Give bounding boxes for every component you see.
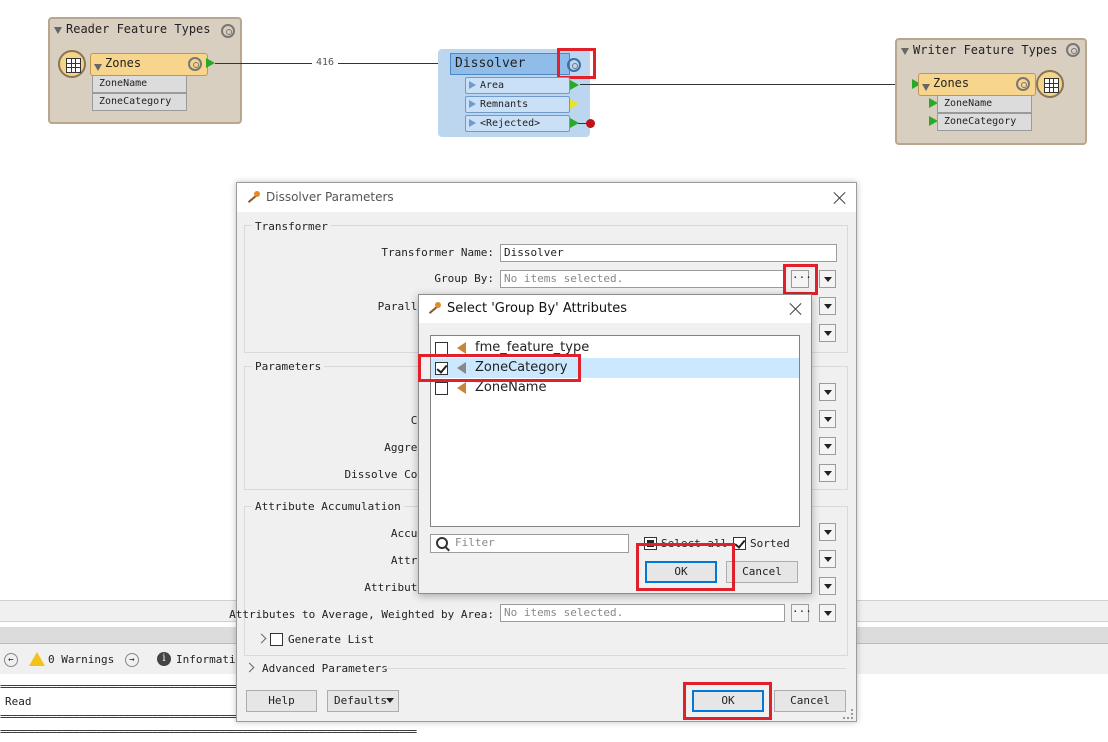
information-label[interactable]: Informatio xyxy=(176,653,242,666)
advanced-divider xyxy=(382,668,846,669)
defaults-button[interactable]: Defaults xyxy=(327,690,399,712)
reader-bookmark-title: Reader Feature Types xyxy=(66,22,211,36)
dissolver-title: Dissolver xyxy=(455,56,526,71)
info-icon: i xyxy=(157,652,171,666)
filter-input[interactable]: Filter xyxy=(430,534,629,553)
sub-dialog-titlebar[interactable]: Select 'Group By' Attributes xyxy=(419,295,811,323)
dissolver-transformer[interactable]: Dissolver xyxy=(450,53,570,75)
dialog-title: Dissolver Parameters xyxy=(266,190,394,204)
help-button[interactable]: Help xyxy=(246,690,317,712)
sub-cancel-button[interactable]: Cancel xyxy=(726,561,798,583)
close-icon[interactable] xyxy=(789,302,803,316)
dissolver-port-rejected[interactable]: <Rejected> xyxy=(465,115,570,132)
attribute-accumulation-section-title: Attribute Accumulation xyxy=(252,500,404,513)
collapse-icon[interactable] xyxy=(901,48,909,55)
writer-feature-type[interactable]: Zones xyxy=(918,73,1036,96)
parameters-section-title: Parameters xyxy=(252,360,325,373)
parameter-dropdown-button[interactable] xyxy=(819,383,836,401)
writer-feature-type-name: Zones xyxy=(933,76,970,90)
warning-icon xyxy=(29,652,45,666)
highlight-zonecategory xyxy=(418,354,581,382)
resize-grip-icon[interactable] xyxy=(843,709,853,719)
collapse-icon[interactable] xyxy=(922,84,930,91)
highlight-gear xyxy=(557,48,596,79)
accumulation-dropdown-button[interactable] xyxy=(819,523,836,541)
collapse-icon[interactable] xyxy=(94,64,102,71)
back-icon[interactable]: ← xyxy=(4,653,18,667)
parallel-dropdown-button[interactable] xyxy=(819,297,836,315)
area-output-port[interactable] xyxy=(570,80,579,90)
average-weighted-ellipsis-button[interactable]: ··· xyxy=(791,604,812,622)
aggregate-dropdown-button[interactable] xyxy=(819,437,836,455)
transformer-wand-icon xyxy=(246,191,260,205)
workspace-canvas[interactable]: Reader Feature Types Zones ZoneName Zone… xyxy=(0,0,1108,175)
highlight-ok-button xyxy=(683,682,772,720)
reader-output-port[interactable] xyxy=(206,58,215,68)
transformer-section-title: Transformer xyxy=(252,220,331,233)
average-weighted-input[interactable]: No items selected. xyxy=(500,604,785,622)
attribute-dropdown-button[interactable] xyxy=(819,577,836,595)
collapse-icon[interactable] xyxy=(54,27,62,34)
connection-feature-count: 416 xyxy=(312,57,339,68)
advanced-parameters-label[interactable]: Advanced Parameters xyxy=(262,662,388,675)
reader-feature-type[interactable]: Zones xyxy=(90,53,208,76)
group-by-label: Group By: xyxy=(434,272,494,285)
gear-icon[interactable] xyxy=(1066,43,1080,57)
average-weighted-label: Attributes to Average, Weighted by Area: xyxy=(229,608,494,621)
gear-icon[interactable] xyxy=(1016,77,1030,91)
group-by-input[interactable]: No items selected. xyxy=(500,270,785,288)
dissolver-port-area[interactable]: Area xyxy=(465,77,570,94)
close-icon[interactable] xyxy=(833,191,847,205)
co-dropdown-button[interactable] xyxy=(819,410,836,428)
writer-attribute-zonename: ZoneName xyxy=(937,95,1032,113)
transformer-name-label: Transformer Name: xyxy=(381,246,494,259)
sorted-label: Sorted xyxy=(750,537,790,550)
cancel-button[interactable]: Cancel xyxy=(774,690,846,712)
attributes-dropdown-button[interactable] xyxy=(819,550,836,568)
log-line-read: Read xyxy=(5,695,32,708)
filter-placeholder: Filter xyxy=(455,536,495,549)
forward-icon[interactable]: → xyxy=(125,653,139,667)
transformer-name-input[interactable]: Dissolver xyxy=(500,244,837,262)
writer-table-icon xyxy=(1036,70,1064,98)
input-dropdown-button[interactable] xyxy=(819,324,836,342)
writer-attribute-zonecategory: ZoneCategory xyxy=(937,113,1032,131)
writer-bookmark-title: Writer Feature Types xyxy=(913,43,1058,57)
chevron-down-icon xyxy=(386,698,394,703)
reader-attribute-zonename: ZoneName xyxy=(92,75,187,93)
dissolve-count-label: Dissolve Cou xyxy=(344,468,424,481)
average-weighted-dropdown-button[interactable] xyxy=(819,604,836,622)
reader-feature-type-name: Zones xyxy=(105,56,142,70)
transformer-wand-icon xyxy=(427,302,441,316)
generate-list-checkbox[interactable] xyxy=(270,633,283,646)
attribute-label: Attribute xyxy=(364,581,424,594)
chevron-right-icon[interactable] xyxy=(244,662,255,673)
defaults-button-label: Defaults xyxy=(334,694,387,707)
sub-dialog-title: Select 'Group By' Attributes xyxy=(447,301,628,316)
dissolve-count-dropdown-button[interactable] xyxy=(819,464,836,482)
select-group-by-dialog[interactable]: Select 'Group By' Attributes fme_feature… xyxy=(418,294,812,594)
dialog-titlebar[interactable]: Dissolver Parameters xyxy=(237,183,856,212)
gear-icon[interactable] xyxy=(221,24,235,38)
highlight-group-by-ellipsis xyxy=(783,264,818,295)
remnants-output-port[interactable] xyxy=(570,99,579,109)
rejected-end-dot xyxy=(586,119,595,128)
warnings-count[interactable]: 0 Warnings xyxy=(48,653,114,666)
group-by-dropdown-button[interactable] xyxy=(819,270,836,288)
reader-attribute-zonecategory: ZoneCategory xyxy=(92,93,187,111)
reader-table-icon xyxy=(58,50,86,78)
attribute-icon xyxy=(457,342,466,354)
gear-icon[interactable] xyxy=(188,57,202,71)
zonename-checkbox[interactable] xyxy=(435,382,448,395)
highlight-sub-ok-button xyxy=(636,543,735,591)
connection-line[interactable] xyxy=(580,84,916,85)
log-separator: ========================================… xyxy=(0,725,417,738)
attribute-icon xyxy=(457,382,466,394)
generate-list-label: Generate List xyxy=(288,633,375,646)
dissolver-port-remnants[interactable]: Remnants xyxy=(465,96,570,113)
